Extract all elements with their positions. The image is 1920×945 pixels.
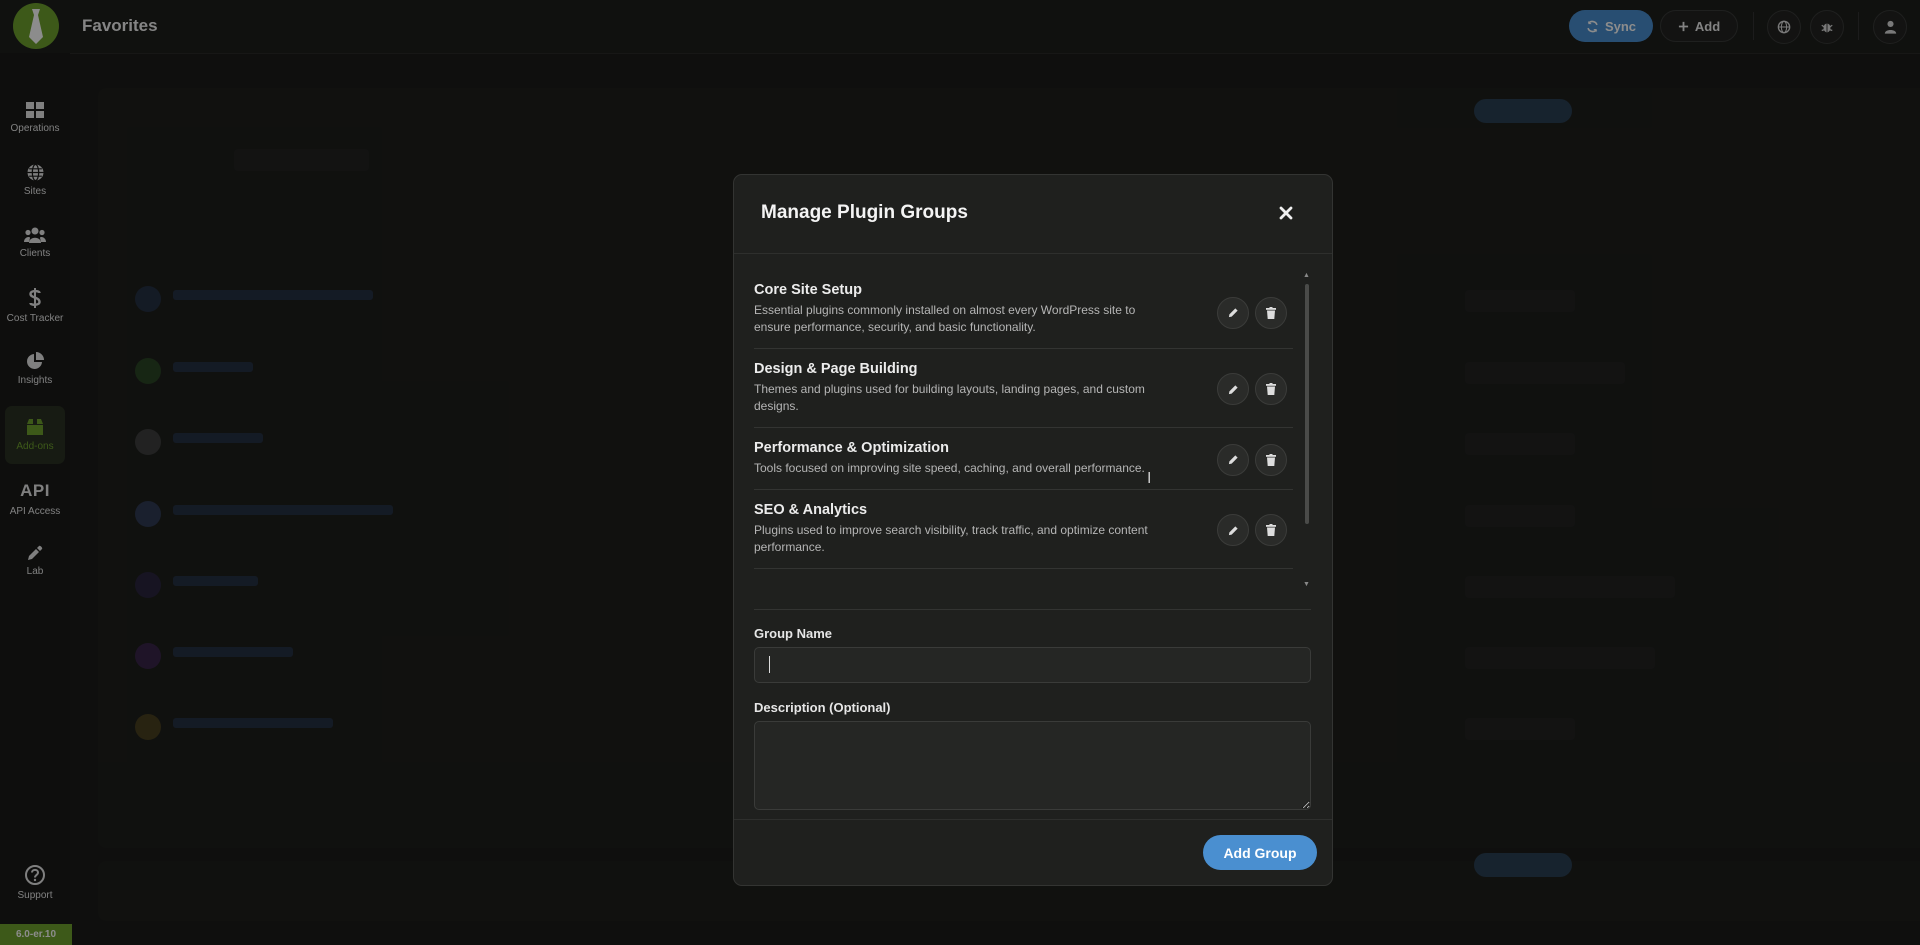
mouse-text-cursor-icon: I	[1147, 470, 1152, 487]
delete-group-button[interactable]	[1255, 373, 1287, 405]
group-name-input[interactable]	[754, 647, 1311, 683]
edit-group-button[interactable]	[1217, 373, 1249, 405]
edit-group-button[interactable]	[1217, 514, 1249, 546]
form-divider	[754, 609, 1311, 610]
plugin-groups-list[interactable]: Core Site Setup Essential plugins common…	[754, 275, 1293, 591]
pencil-icon	[1228, 384, 1238, 394]
description-label: Description (Optional)	[754, 700, 891, 715]
group-name: Design & Page Building	[754, 361, 918, 377]
trash-icon	[1266, 524, 1276, 536]
group-description: Themes and plugins used for building lay…	[754, 382, 1145, 413]
edit-group-button[interactable]	[1217, 443, 1249, 476]
modal-title: Manage Plugin Groups	[761, 202, 968, 223]
description-textarea[interactable]	[754, 721, 1311, 810]
modal-header: Manage Plugin Groups	[734, 175, 1332, 254]
text-caret	[769, 656, 770, 673]
pencil-icon	[1228, 525, 1238, 535]
pencil-icon	[1228, 455, 1238, 465]
group-description: Plugins used to improve search visibilit…	[754, 523, 1148, 554]
delete-group-button[interactable]	[1255, 443, 1287, 476]
list-item: SEO & Analytics Plugins used to improve …	[754, 490, 1293, 569]
trash-icon	[1266, 306, 1276, 319]
trash-icon	[1266, 383, 1276, 395]
group-name: SEO & Analytics	[754, 502, 868, 518]
group-name-label: Group Name	[754, 626, 833, 641]
scroll-down-arrow-icon[interactable]: ▼	[1303, 581, 1310, 588]
list-item: Core Site Setup Essential plugins common…	[754, 275, 1293, 349]
add-group-button[interactable]: Add Group	[1203, 835, 1317, 870]
edit-group-button[interactable]	[1217, 296, 1249, 329]
delete-group-button[interactable]	[1255, 514, 1287, 546]
pencil-icon	[1228, 308, 1238, 318]
scrollbar-thumb[interactable]	[1305, 284, 1309, 524]
delete-group-button[interactable]	[1255, 296, 1287, 329]
group-name: Core Site Setup	[754, 282, 862, 298]
trash-icon	[1266, 453, 1276, 466]
list-item: Performance & Optimization Tools focused…	[754, 428, 1293, 490]
group-description: Tools focused on improving site speed, c…	[754, 461, 1145, 475]
group-description: Essential plugins commonly installed on …	[754, 303, 1136, 334]
manage-plugin-groups-modal: Manage Plugin Groups Core Site Setup Ess…	[733, 174, 1333, 886]
group-name: Performance & Optimization	[754, 440, 949, 456]
list-item: Design & Page Building Themes and plugin…	[754, 349, 1293, 428]
close-icon	[1279, 206, 1293, 220]
groups-list-scrollbar[interactable]: ▲ ▼	[1303, 272, 1311, 591]
close-button[interactable]	[1274, 201, 1298, 225]
scroll-up-arrow-icon[interactable]: ▲	[1303, 272, 1310, 279]
